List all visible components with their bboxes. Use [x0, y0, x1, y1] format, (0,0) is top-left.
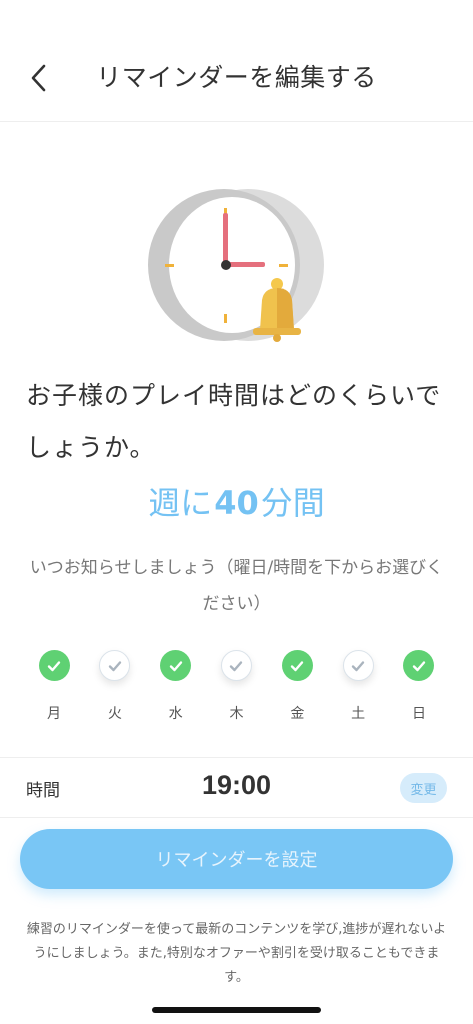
question-heading: お子様のプレイ時間はどのくらいでしょうか。: [26, 381, 442, 462]
chevron-left-icon: [31, 64, 46, 92]
day-checkbox[interactable]: [220, 650, 252, 681]
checkmark-icon: [47, 660, 61, 671]
hint-text: いつお知らせしましょう（曜日/時間を下からお選びください）: [29, 558, 444, 614]
day-label: 月: [47, 706, 61, 722]
day-label: 土: [351, 706, 366, 722]
day-item: 金: [280, 650, 314, 723]
day-checkbox[interactable]: [281, 650, 313, 681]
day-selector: 月火水木金土日: [20, 650, 453, 723]
day-label: 火: [107, 706, 122, 722]
day-label: 日: [411, 706, 426, 722]
checkmark-icon: [291, 660, 304, 671]
day-checkbox[interactable]: [403, 650, 435, 681]
header: リマインダーを編集する: [0, 0, 473, 122]
time-row: 時間 19:00 変更: [0, 757, 473, 818]
day-checkbox[interactable]: [160, 650, 192, 681]
checkmark-icon: [351, 660, 365, 671]
back-button[interactable]: [20, 58, 56, 98]
page-title: リマインダーを編集する: [96, 63, 377, 92]
checkmark-icon: [412, 660, 426, 671]
home-indicator: [152, 1007, 321, 1013]
day-label: 金: [290, 706, 305, 722]
change-time-button[interactable]: 変更: [400, 773, 447, 803]
day-label: 木: [229, 706, 244, 722]
day-label: 水: [168, 706, 183, 722]
weekly-minutes: 40: [214, 484, 259, 522]
day-item: 土: [341, 650, 375, 723]
footer-note: 練習のリマインダーを使って最新のコンテンツを学び,進捗が遅れないようにしましょう…: [26, 922, 447, 985]
day-checkbox[interactable]: [342, 650, 374, 681]
weekly-suffix: 分間: [260, 484, 325, 522]
day-item: 水: [159, 650, 193, 723]
day-item: 火: [98, 650, 132, 723]
checkmark-icon: [108, 660, 122, 671]
day-item: 木: [219, 650, 253, 723]
weekly-playtime: 週に40分間: [0, 478, 473, 524]
day-item: 月: [37, 650, 71, 723]
day-checkbox[interactable]: [99, 650, 131, 681]
alarm-clock-bell-icon: [140, 180, 340, 350]
checkmark-icon: [169, 660, 182, 671]
checkmark-icon: [230, 660, 243, 671]
set-reminder-button[interactable]: リマインダーを設定: [20, 829, 453, 889]
day-checkbox[interactable]: [38, 650, 70, 681]
day-item: 日: [402, 650, 436, 723]
weekly-prefix: 週に: [148, 484, 213, 522]
